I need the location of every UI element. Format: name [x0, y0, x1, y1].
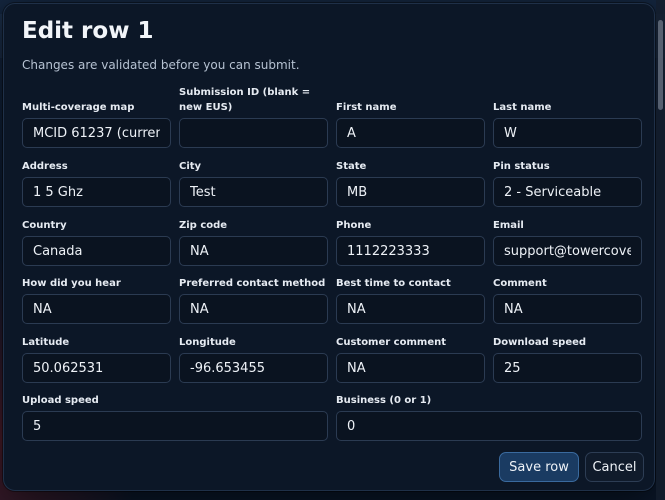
field-last-name: Last name [493, 84, 642, 148]
field-download-speed: Download speed [493, 336, 642, 383]
field-label: Pin status [493, 161, 550, 172]
field-label: Longitude [179, 337, 236, 348]
how-did-you-hear-input[interactable] [22, 294, 171, 324]
field-zip-code: Zip code [179, 219, 328, 266]
field-label: Business (0 or 1) [336, 395, 432, 406]
field-how-did-you-hear: How did you hear [22, 277, 171, 324]
field-multi-coverage-map: Multi-coverage map [22, 84, 171, 148]
field-address: Address [22, 160, 171, 207]
upload-speed-input[interactable] [22, 411, 328, 441]
field-customer-comment: Customer comment [336, 336, 485, 383]
field-label: Submission ID (blank = new EUS) [179, 87, 311, 113]
field-best-time-to-contact: Best time to contact [336, 277, 485, 324]
save-row-button[interactable]: Save row [499, 452, 579, 482]
field-state: State [336, 160, 485, 207]
field-business: Business (0 or 1) [336, 394, 642, 441]
field-preferred-contact-method: Preferred contact method [179, 277, 328, 324]
field-label: Comment [493, 278, 547, 289]
city-input[interactable] [179, 177, 328, 207]
field-label: Download speed [493, 337, 587, 348]
email-input[interactable] [493, 236, 642, 266]
field-latitude: Latitude [22, 336, 171, 383]
state-input[interactable] [336, 177, 485, 207]
longitude-input[interactable] [179, 353, 328, 383]
field-upload-speed: Upload speed [22, 394, 328, 441]
field-email: Email [493, 219, 642, 266]
field-label: How did you hear [22, 278, 121, 289]
field-longitude: Longitude [179, 336, 328, 383]
edit-row-dialog: Edit row 1 Changes are validated before … [3, 3, 655, 491]
field-label: Last name [493, 102, 552, 113]
preferred-contact-method-input[interactable] [179, 294, 328, 324]
pin-status-input[interactable] [493, 177, 642, 207]
field-pin-status: Pin status [493, 160, 642, 207]
field-label: Address [22, 161, 68, 172]
cancel-button[interactable]: Cancel [585, 452, 644, 482]
best-time-to-contact-input[interactable] [336, 294, 485, 324]
latitude-input[interactable] [22, 353, 171, 383]
field-label: State [336, 161, 367, 172]
field-label: Multi-coverage map [22, 102, 135, 113]
field-label: Customer comment [336, 337, 446, 348]
first-name-input[interactable] [336, 118, 485, 148]
field-label: First name [336, 102, 397, 113]
field-label: Country [22, 220, 67, 231]
business-input[interactable] [336, 411, 642, 441]
multi-coverage-map-input[interactable] [22, 118, 171, 148]
field-label: Phone [336, 220, 372, 231]
address-input[interactable] [22, 177, 171, 207]
submission-id-input[interactable] [179, 118, 328, 148]
country-input[interactable] [22, 236, 171, 266]
customer-comment-input[interactable] [336, 353, 485, 383]
field-submission-id: Submission ID (blank = new EUS) [179, 84, 328, 148]
download-speed-input[interactable] [493, 353, 642, 383]
field-label: Preferred contact method [179, 278, 326, 289]
field-label: Zip code [179, 220, 228, 231]
comment-input[interactable] [493, 294, 642, 324]
phone-input[interactable] [336, 236, 485, 266]
field-phone: Phone [336, 219, 485, 266]
field-city: City [179, 160, 328, 207]
dialog-title: Edit row 1 [22, 18, 154, 44]
field-label: Upload speed [22, 395, 99, 406]
last-name-input[interactable] [493, 118, 642, 148]
field-label: Email [493, 220, 524, 231]
field-label: Latitude [22, 337, 70, 348]
field-comment: Comment [493, 277, 642, 324]
dialog-subtitle: Changes are validated before you can sub… [22, 58, 300, 72]
field-label: City [179, 161, 202, 172]
field-country: Country [22, 219, 171, 266]
page-scrollbar-thumb[interactable] [658, 20, 663, 110]
zip-code-input[interactable] [179, 236, 328, 266]
field-label: Best time to contact [336, 278, 451, 289]
field-first-name: First name [336, 84, 485, 148]
